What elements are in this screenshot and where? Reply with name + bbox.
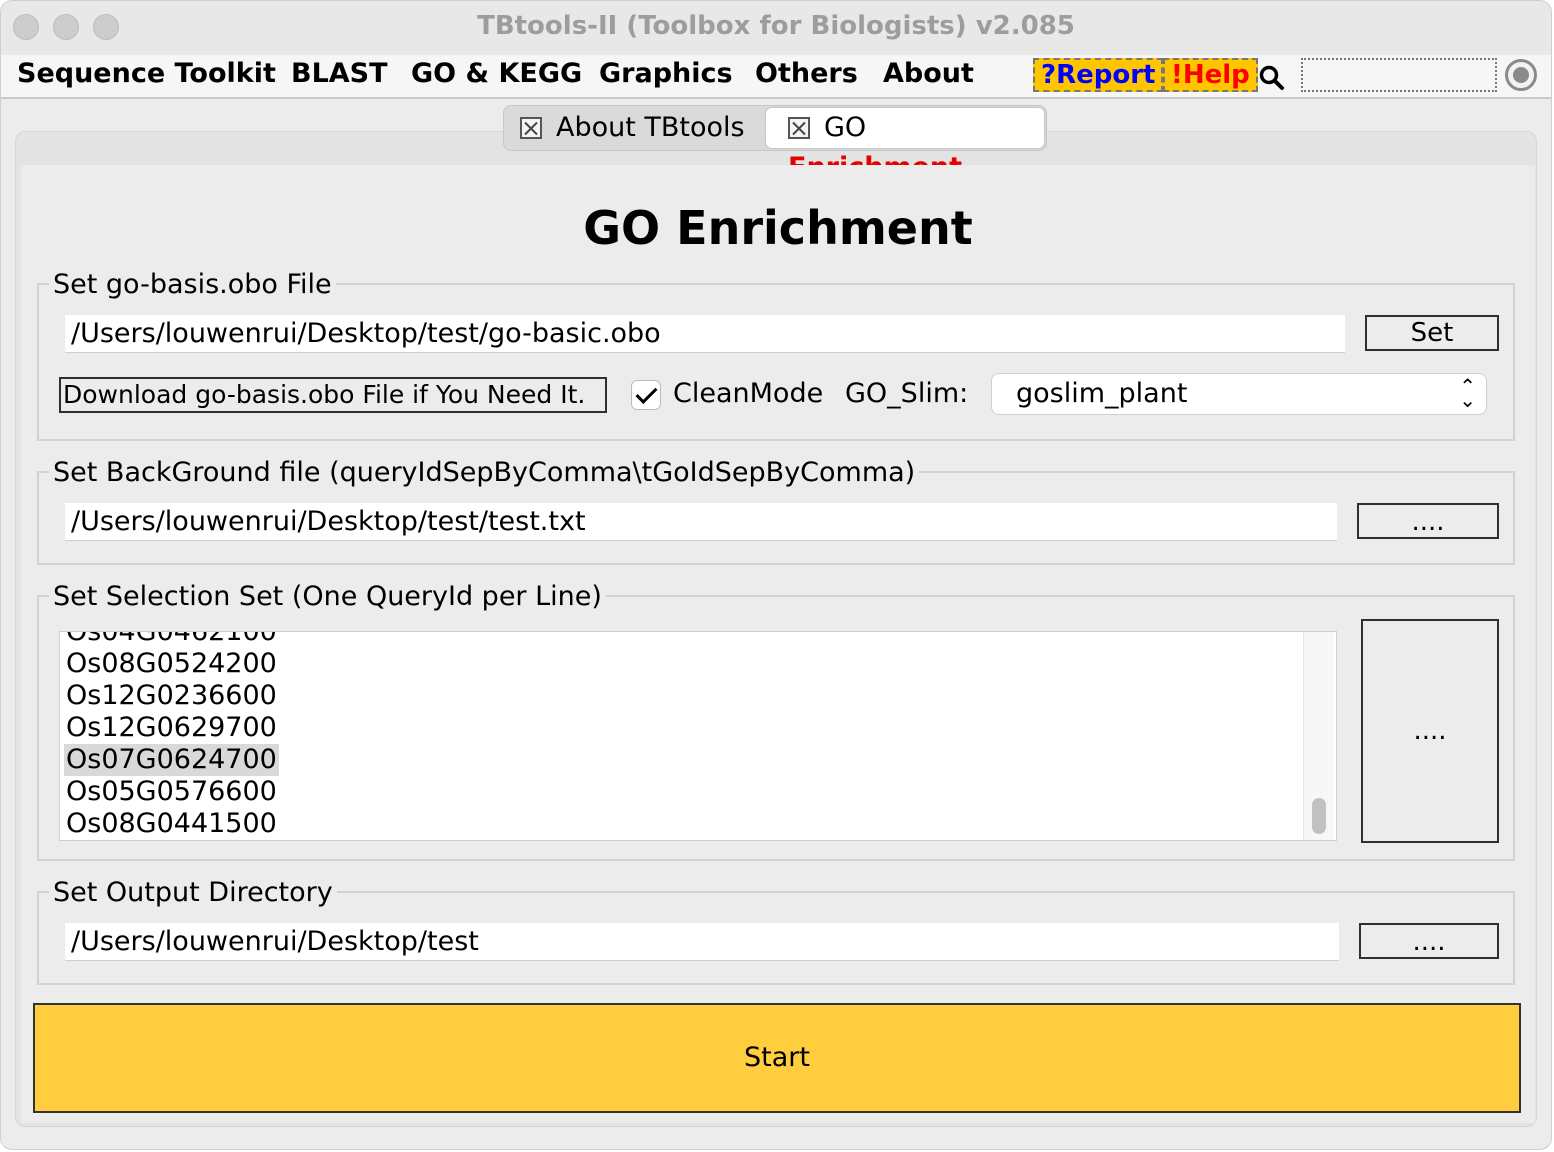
tab-about-tbtools[interactable]: About TBtools [520,108,750,148]
close-tab-icon[interactable] [520,117,542,139]
chevron-up-down-icon: ⌃ ⌄ [1459,374,1476,412]
obo-path-field[interactable]: /Users/louwenrui/Desktop/test/go-basic.o… [65,315,1345,353]
output-browse-button[interactable]: .... [1359,923,1499,959]
list-scrollbar[interactable] [1303,632,1334,840]
cleanmode-label: CleanMode [673,378,824,409]
list-item[interactable]: Os05G0576600 [64,776,279,808]
goslim-label: GO_Slim: [845,378,969,409]
scrollbar-thumb[interactable] [1312,798,1326,834]
list-item[interactable]: Os04G0462100 [64,632,279,648]
report-button[interactable]: ?Report [1033,58,1164,92]
menu-sequence-toolkit[interactable]: Sequence Toolkit [17,58,276,89]
tab-label: About TBtools [556,112,745,143]
group-legend: Set go-basis.obo File [49,269,336,300]
tab-label-prefix: GO [824,112,867,143]
list-item-selected[interactable]: Os07G0624700 [64,744,279,776]
menu-graphics[interactable]: Graphics [599,58,733,89]
close-tab-icon[interactable] [788,117,810,139]
selection-set-group: Set Selection Set (One QueryId per Line)… [37,581,1515,861]
search-input[interactable] [1301,58,1497,92]
go-enrichment-panel: GO Enrichment Set go-basis.obo File /Use… [21,165,1535,1123]
tab-go-enrichment[interactable]: GO Enrichment [766,108,1044,183]
page-title: GO Enrichment [583,201,973,255]
list-item[interactable]: Os12G0236600 [64,680,279,712]
tab-strip: About TBtools GO Enrichment [503,105,1047,183]
list-item[interactable]: Os08G0441500 [64,808,279,840]
list-item[interactable]: Os08G0524200 [64,648,279,680]
download-obo-button[interactable]: Download go-basis.obo File if You Need I… [59,377,607,413]
menu-blast[interactable]: BLAST [291,58,388,89]
menu-bar: Sequence Toolkit BLAST GO & KEGG Graphic… [1,55,1551,99]
search-icon[interactable] [1258,64,1286,92]
group-legend: Set Selection Set (One QueryId per Line) [49,581,606,612]
window-title: TBtools-II (Toolbox for Biologists) v2.0… [477,11,1075,41]
goslim-selected-value: goslim_plant [1016,378,1188,409]
goslim-select[interactable]: goslim_plant ⌃ ⌄ [991,373,1487,415]
app-window: TBtools-II (Toolbox for Biologists) v2.0… [0,0,1552,1150]
selection-set-list[interactable]: Os04G0462100 Os08G0524200 Os12G0236600 O… [59,631,1337,841]
set-obo-button[interactable]: Set [1365,315,1499,351]
background-browse-button[interactable]: .... [1357,503,1499,539]
help-button[interactable]: !Help [1163,58,1258,92]
list-item[interactable]: Os12G0629700 [64,712,279,744]
status-radio-icon[interactable] [1505,59,1537,91]
menu-go-kegg[interactable]: GO & KEGG [411,58,582,89]
cleanmode-checkbox[interactable] [631,380,661,410]
output-directory-group: Set Output Directory /Users/louwenrui/De… [37,877,1515,985]
background-file-group: Set BackGround file (queryIdSepByComma\t… [37,457,1515,565]
background-path-field[interactable]: /Users/louwenrui/Desktop/test/test.txt [65,503,1337,541]
obo-file-group: Set go-basis.obo File /Users/louwenrui/D… [37,269,1515,441]
menu-about[interactable]: About [883,58,974,89]
start-button[interactable]: Start [33,1003,1521,1113]
group-legend: Set BackGround file (queryIdSepByComma\t… [49,457,920,488]
menu-others[interactable]: Others [755,58,858,89]
title-bar: TBtools-II (Toolbox for Biologists) v2.0… [1,1,1551,55]
group-legend: Set Output Directory [49,877,337,908]
selection-browse-button[interactable]: .... [1361,619,1499,843]
output-path-field[interactable]: /Users/louwenrui/Desktop/test [65,923,1339,961]
